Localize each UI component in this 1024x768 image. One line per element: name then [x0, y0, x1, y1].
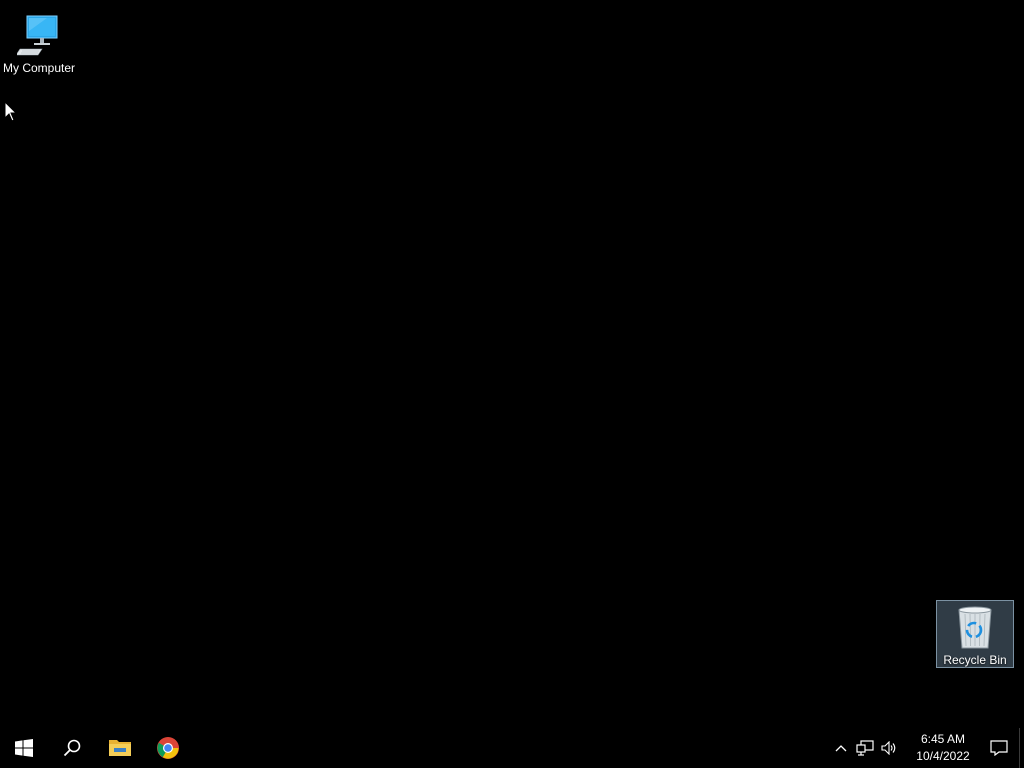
file-explorer-button[interactable] [96, 728, 144, 768]
recycle-bin-shortcut[interactable]: Recycle Bin [936, 600, 1014, 668]
action-center-button[interactable] [979, 728, 1019, 768]
network-button[interactable] [853, 728, 877, 768]
start-button[interactable] [0, 728, 48, 768]
desktop[interactable]: My Computer Recycle Bin [0, 0, 1024, 728]
search-icon [63, 739, 81, 757]
recycle-bin-label: Recycle Bin [943, 653, 1007, 667]
folder-icon [109, 740, 131, 756]
chrome-icon [157, 737, 179, 759]
volume-icon [881, 741, 896, 755]
search-button[interactable] [48, 728, 96, 768]
action-center-icon [990, 740, 1008, 756]
clock[interactable]: 6:45 AM 10/4/2022 [907, 728, 979, 768]
my-computer-shortcut[interactable]: My Computer [0, 8, 78, 76]
my-computer-label: My Computer [2, 61, 76, 75]
windows-logo-icon [15, 739, 33, 757]
clock-date: 10/4/2022 [916, 749, 970, 763]
system-tray: 6:45 AM 10/4/2022 [829, 728, 1024, 768]
show-desktop-button[interactable] [1019, 728, 1024, 768]
recycle-bin-icon [951, 604, 999, 651]
chrome-button[interactable] [144, 728, 192, 768]
volume-button[interactable] [877, 728, 901, 768]
clock-time: 6:45 AM [920, 732, 966, 746]
taskbar: 6:45 AM 10/4/2022 [0, 728, 1024, 768]
network-icon [856, 740, 874, 756]
show-hidden-icons-button[interactable] [829, 728, 853, 768]
computer-icon [15, 11, 63, 59]
mouse-pointer-icon [4, 101, 18, 122]
chevron-up-icon [835, 745, 847, 752]
